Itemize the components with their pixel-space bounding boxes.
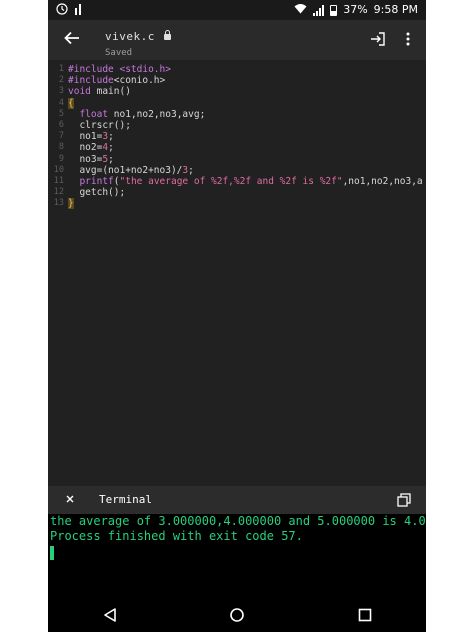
code-token: ; xyxy=(108,142,114,154)
close-icon xyxy=(66,495,74,503)
line-number: 12 xyxy=(53,187,64,198)
code-token: { xyxy=(68,97,74,109)
file-name: vivek.c xyxy=(105,30,155,43)
code-line: no2=4; xyxy=(68,142,426,153)
code-line: { xyxy=(68,97,426,109)
code-token: ,no1,no2,no3,a xyxy=(342,175,423,187)
status-time: 9:58 PM xyxy=(373,3,418,16)
code-editor[interactable]: 1 2 3 4 5 6 7 8 9 10 11 12 13 #include <stdio.h> #inc… xyxy=(48,60,426,486)
code-line: printf("the average of %2f,%2f and %2f i… xyxy=(68,176,426,187)
line-number: 8 xyxy=(58,142,64,153)
battery-percent: 37% xyxy=(343,3,368,16)
code-token: printf xyxy=(79,175,114,187)
line-number: 1 xyxy=(58,64,64,74)
code-line: no1=3; xyxy=(68,131,426,142)
battery-icon xyxy=(330,4,338,16)
wifi-icon xyxy=(294,3,307,17)
line-number: 2 xyxy=(58,75,64,86)
code-line: clrscr(); xyxy=(68,120,426,131)
code-token: void xyxy=(68,86,91,98)
code-token: } xyxy=(68,198,74,210)
terminal-header: Terminal xyxy=(48,486,426,514)
code-token: no1= xyxy=(68,131,103,143)
phone-screen: 37% 9:58 PM vivek.c Saved 1 2 3 4 5 6 7 8 9 10 11 1… xyxy=(48,0,426,632)
clock-alarm-icon xyxy=(56,3,68,18)
line-number: 3 xyxy=(58,86,64,97)
nav-home-button[interactable] xyxy=(229,607,245,623)
more-options-button[interactable] xyxy=(400,30,416,48)
arrow-back-icon xyxy=(64,31,79,45)
run-button[interactable] xyxy=(370,31,386,47)
status-bar: 37% 9:58 PM xyxy=(48,0,426,20)
code-token: main() xyxy=(90,86,131,98)
code-line: #include<conio.h> xyxy=(68,75,426,86)
code-token: getch(); xyxy=(68,187,126,199)
code-line: float no1,no2,no3,avg; xyxy=(68,109,426,120)
signal-strength-icon xyxy=(313,4,325,16)
terminal-line-exit: Process finished with exit code 57. xyxy=(50,529,303,543)
more-vert-icon xyxy=(406,32,410,46)
terminal-title: Terminal xyxy=(99,493,152,506)
triangle-back-icon xyxy=(104,608,116,622)
code-line: void main() xyxy=(68,86,426,97)
navigation-bar xyxy=(48,598,426,632)
code-token: #include <stdio.h> xyxy=(68,64,171,75)
save-status: Saved xyxy=(105,48,133,58)
expand-terminal-button[interactable] xyxy=(397,493,411,507)
code-token: "the average of %2f,%2f and %2f is %2f" xyxy=(119,175,343,187)
code-area[interactable]: #include <stdio.h> #include<conio.h> void … xyxy=(68,64,426,210)
app-bar: vivek.c Saved xyxy=(48,20,426,60)
line-number: 5 xyxy=(58,108,64,119)
code-token: avg=(no1+no2+no3)/ xyxy=(68,164,183,176)
title-block: vivek.c Saved xyxy=(105,25,171,58)
code-token: no3= xyxy=(68,153,103,165)
copy-window-icon xyxy=(397,493,411,507)
code-line: #include <stdio.h> xyxy=(68,64,426,75)
nav-recents-button[interactable] xyxy=(357,607,373,623)
code-token: #include xyxy=(68,75,114,87)
code-token: clrscr(); xyxy=(68,119,131,131)
code-token: ; xyxy=(188,164,194,176)
activity-bars-icon xyxy=(74,3,84,18)
code-token: no2= xyxy=(68,142,103,154)
login-arrow-icon xyxy=(371,32,385,46)
close-terminal-button[interactable] xyxy=(63,492,77,506)
circle-home-icon xyxy=(230,608,244,622)
code-token: no1,no2,no3,avg; xyxy=(108,108,206,120)
code-line: avg=(no1+no2+no3)/3; xyxy=(68,165,426,176)
back-button[interactable] xyxy=(60,26,84,50)
code-line: no3=5; xyxy=(68,154,426,165)
code-line: getch(); xyxy=(68,187,426,198)
line-number: 7 xyxy=(58,131,64,142)
line-number: 6 xyxy=(58,119,64,130)
code-token: ; xyxy=(108,153,114,165)
terminal-line-output: the average of 3.000000,4.000000 and 5.0… xyxy=(50,514,426,528)
code-token: <conio.h> xyxy=(113,75,166,87)
terminal-output[interactable]: the average of 3.000000,4.000000 and 5.0… xyxy=(48,514,426,598)
code-token: float xyxy=(79,108,109,120)
line-number: 4 xyxy=(58,97,64,108)
nav-back-button[interactable] xyxy=(102,607,118,623)
line-number: 13 xyxy=(53,198,64,209)
lock-icon xyxy=(163,30,171,40)
terminal-cursor xyxy=(50,546,54,560)
line-number: 9 xyxy=(58,153,64,164)
code-token: ; xyxy=(108,131,114,143)
line-number: 10 xyxy=(53,164,64,175)
line-number: 11 xyxy=(53,175,64,186)
code-line: } xyxy=(68,198,426,210)
line-number-gutter: 1 2 3 4 5 6 7 8 9 10 11 12 13 xyxy=(48,64,64,209)
square-recents-icon xyxy=(358,608,372,622)
